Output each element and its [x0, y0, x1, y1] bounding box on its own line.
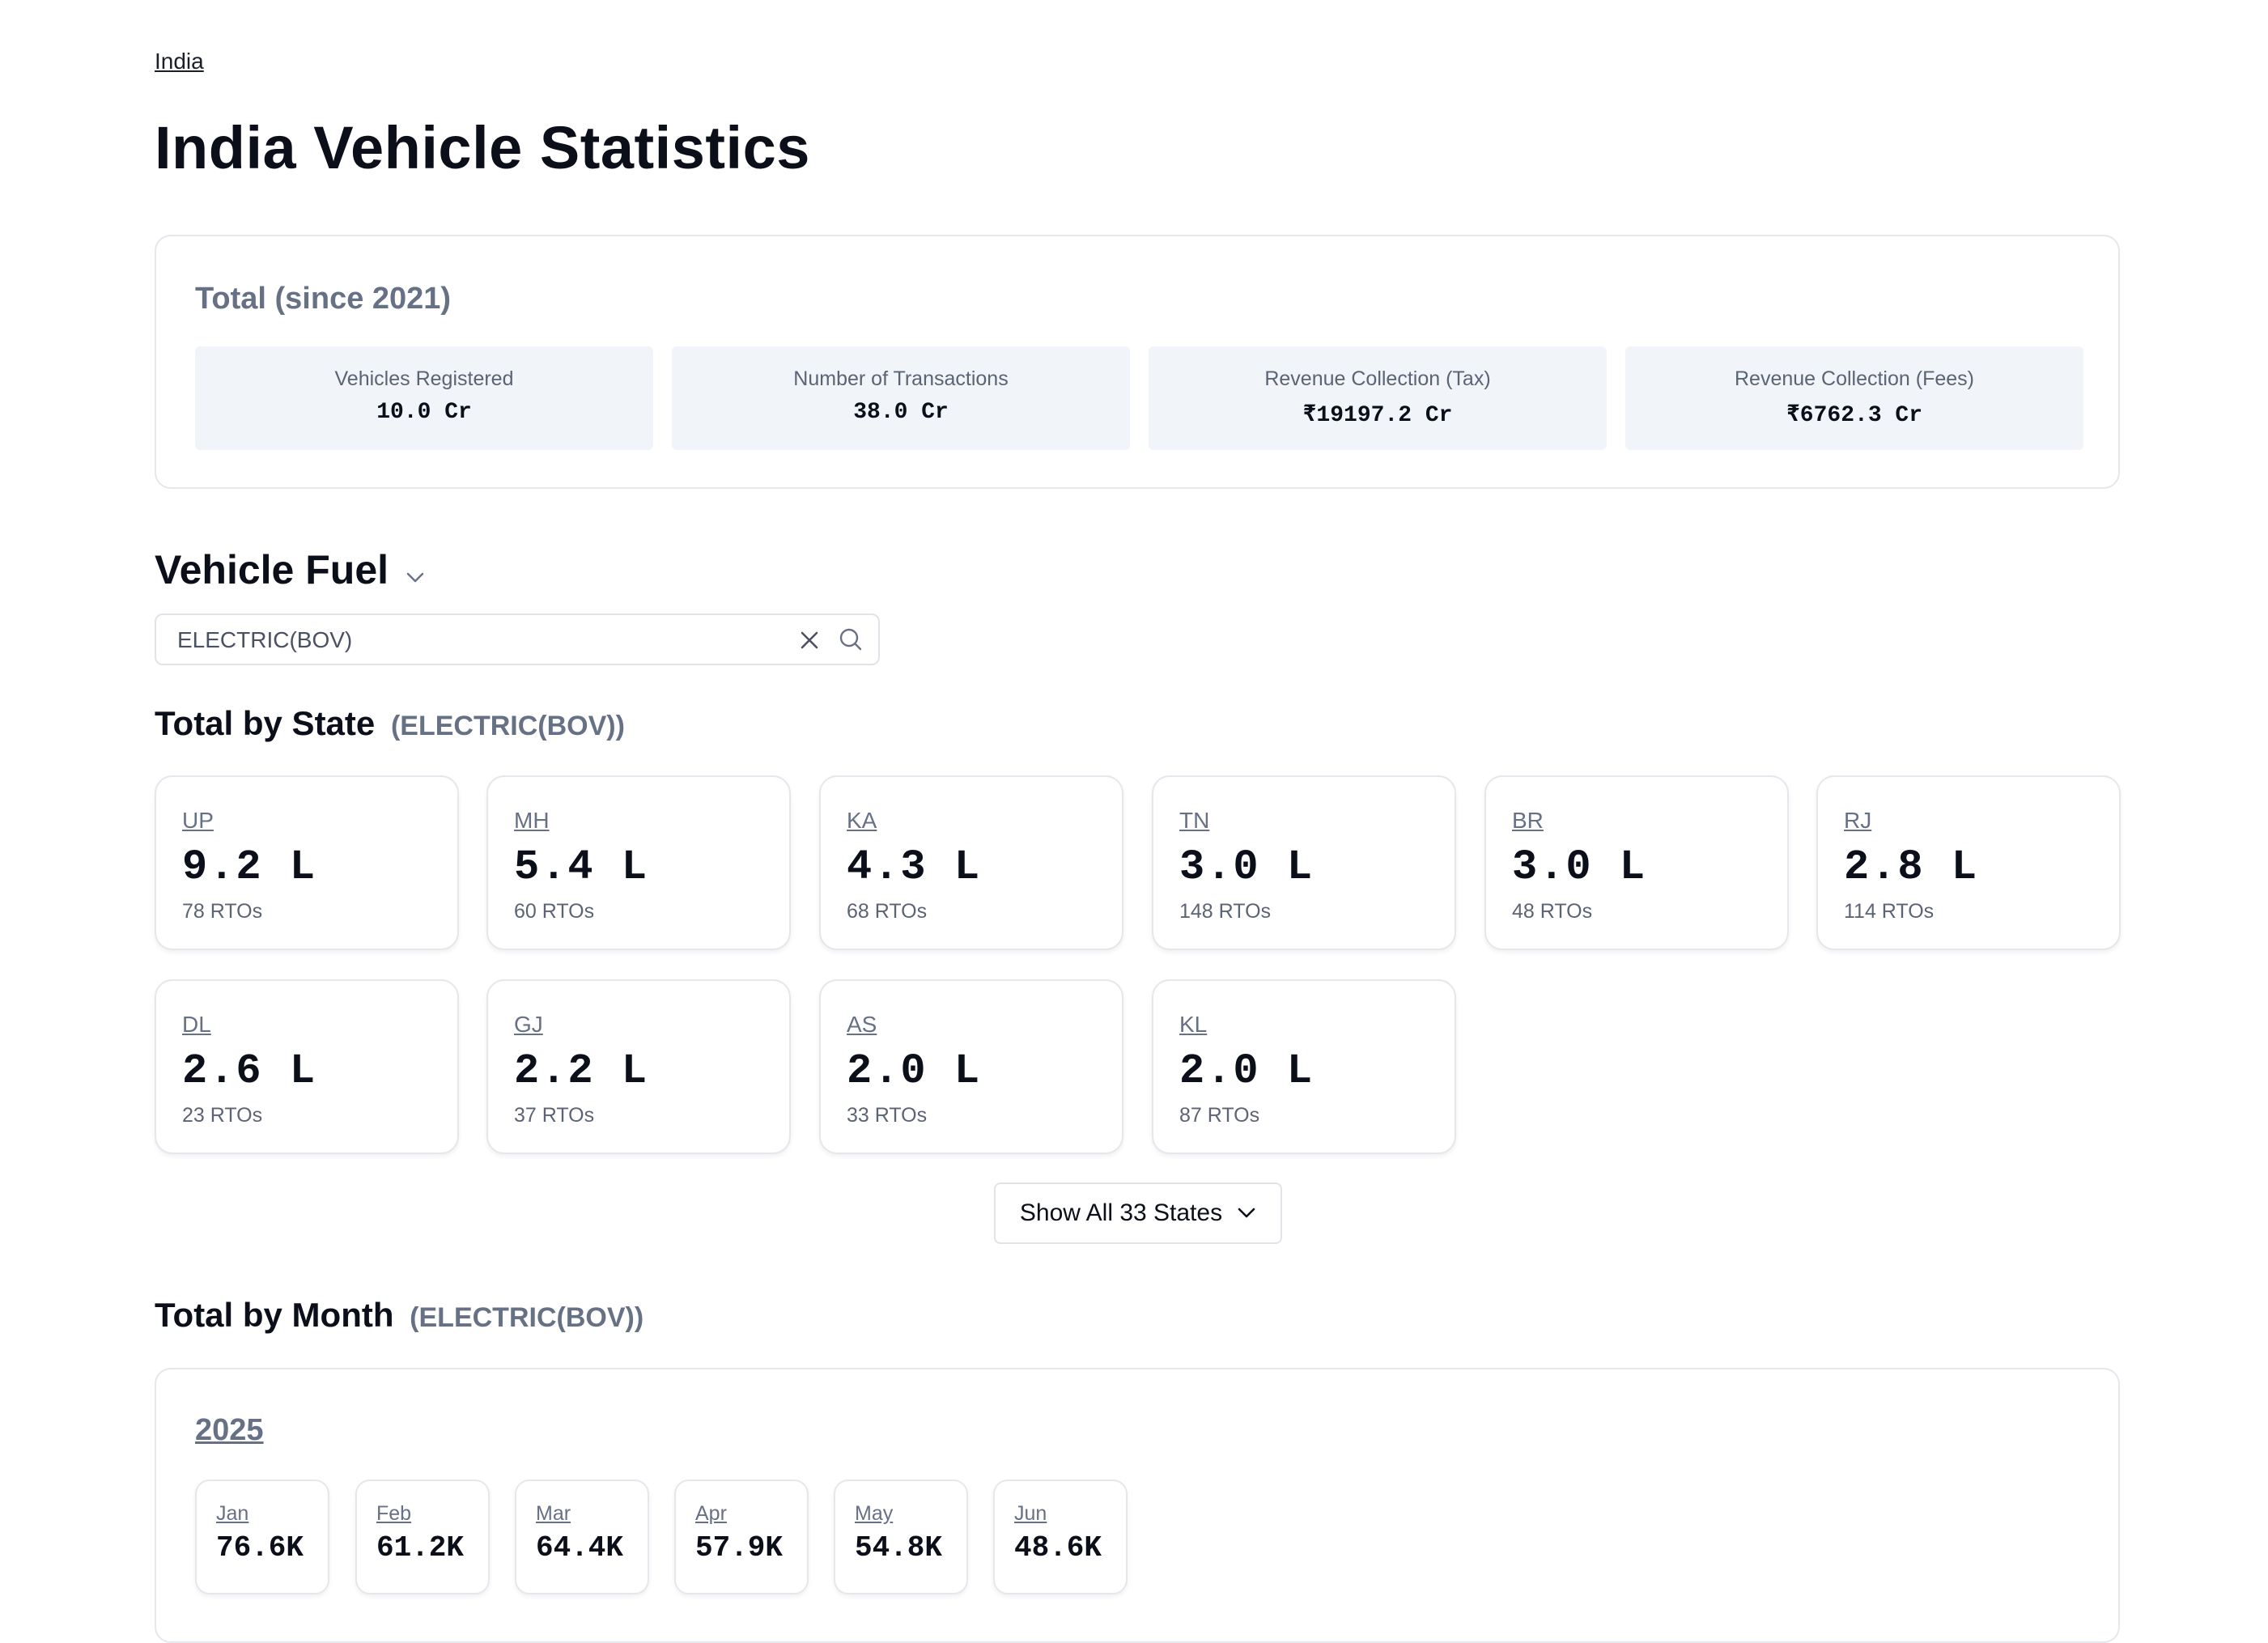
state-card-br: BR 3.0 L 48 RTOs	[1484, 775, 1789, 950]
month-section-title-text: Total by Month	[155, 1296, 394, 1334]
state-value: 2.8 L	[1844, 843, 1979, 891]
state-code-link[interactable]: KL	[1179, 1012, 1207, 1038]
month-name-link[interactable]: Jan	[216, 1502, 248, 1526]
stat-label: Revenue Collection (Tax)	[1264, 367, 1491, 390]
state-rto-count: 87 RTOs	[1179, 1104, 1260, 1127]
month-section-subtitle: (ELECTRIC(BOV))	[410, 1302, 644, 1333]
stat-value: 10.0 Cr	[376, 400, 472, 425]
state-code-link[interactable]: TN	[1179, 808, 1209, 834]
month-name-link[interactable]: Jun	[1014, 1502, 1047, 1526]
stat-transactions: Number of Transactions 38.0 Cr	[672, 346, 1130, 450]
state-rto-count: 37 RTOs	[514, 1104, 595, 1127]
state-code-link[interactable]: GJ	[514, 1012, 543, 1038]
month-value: 64.4K	[536, 1531, 624, 1564]
month-name-link[interactable]: Feb	[376, 1502, 411, 1526]
state-value: 3.0 L	[1512, 843, 1647, 891]
month-value: 61.2K	[376, 1531, 465, 1564]
fuel-selector-toggle[interactable]: Vehicle Fuel	[155, 546, 424, 593]
state-section-title: Total by State (ELECTRIC(BOV))	[155, 704, 625, 743]
state-card-tn: TN 3.0 L 148 RTOs	[1152, 775, 1456, 950]
state-code-link[interactable]: DL	[182, 1012, 211, 1038]
state-section-subtitle: (ELECTRIC(BOV))	[390, 711, 625, 741]
stat-label: Number of Transactions	[793, 367, 1009, 390]
month-item-feb: Feb 61.2K	[355, 1480, 490, 1594]
chevron-down-icon	[1238, 1208, 1255, 1218]
state-card-as: AS 2.0 L 33 RTOs	[819, 979, 1123, 1154]
state-value: 2.0 L	[1179, 1047, 1315, 1095]
state-card-rj: RJ 2.8 L 114 RTOs	[1816, 775, 2121, 950]
state-rto-count: 78 RTOs	[182, 900, 263, 923]
stat-value: ₹19197.2 Cr	[1302, 403, 1453, 428]
state-card-mh: MH 5.4 L 60 RTOs	[486, 775, 791, 950]
stat-vehicles-registered: Vehicles Registered 10.0 Cr	[195, 346, 653, 450]
state-code-link[interactable]: MH	[514, 808, 550, 834]
fuel-heading-label: Vehicle Fuel	[155, 547, 389, 592]
state-rto-count: 33 RTOs	[847, 1104, 928, 1127]
fuel-search-box	[155, 613, 880, 665]
year-link[interactable]: 2025	[195, 1413, 264, 1448]
state-rto-count: 23 RTOs	[182, 1104, 263, 1127]
state-value: 2.2 L	[514, 1047, 649, 1095]
search-icon[interactable]	[838, 626, 864, 652]
page-title: India Vehicle Statistics	[155, 114, 810, 181]
show-all-states-button[interactable]: Show All 33 States	[994, 1182, 1282, 1244]
state-code-link[interactable]: UP	[182, 808, 214, 834]
stat-revenue-tax: Revenue Collection (Tax) ₹19197.2 Cr	[1149, 346, 1607, 450]
state-rto-count: 148 RTOs	[1179, 900, 1272, 923]
fuel-search-input[interactable]	[176, 623, 778, 657]
totals-card: Total (since 2021) Vehicles Registered 1…	[155, 235, 2120, 489]
close-icon[interactable]	[797, 628, 822, 652]
month-item-mar: Mar 64.4K	[515, 1480, 649, 1594]
month-card: 2025 Jan 76.6K Feb 61.2K Mar 64.4K Apr 5…	[155, 1368, 2120, 1643]
state-value: 9.2 L	[182, 843, 317, 891]
month-item-jun: Jun 48.6K	[993, 1480, 1128, 1594]
breadcrumb-india[interactable]: India	[155, 49, 204, 74]
state-rto-count: 114 RTOs	[1844, 900, 1935, 923]
month-item-apr: Apr 57.9K	[674, 1480, 809, 1594]
state-value: 2.0 L	[847, 1047, 982, 1095]
month-value: 48.6K	[1014, 1531, 1102, 1564]
month-section-title: Total by Month (ELECTRIC(BOV))	[155, 1296, 643, 1335]
state-card-gj: GJ 2.2 L 37 RTOs	[486, 979, 791, 1154]
state-value: 4.3 L	[847, 843, 982, 891]
state-rto-count: 68 RTOs	[847, 900, 928, 923]
stat-label: Vehicles Registered	[334, 367, 514, 390]
stat-value: ₹6762.3 Cr	[1786, 403, 1923, 428]
show-all-states-label: Show All 33 States	[1019, 1199, 1223, 1226]
state-card-up: UP 9.2 L 78 RTOs	[155, 775, 459, 950]
totals-title: Total (since 2021)	[195, 282, 452, 316]
state-value: 2.6 L	[182, 1047, 317, 1095]
month-value: 76.6K	[216, 1531, 304, 1564]
state-code-link[interactable]: BR	[1512, 808, 1544, 834]
stat-value: 38.0 Cr	[853, 400, 949, 425]
month-value: 54.8K	[855, 1531, 943, 1564]
state-grid: UP 9.2 L 78 RTOs MH 5.4 L 60 RTOs KA 4.3…	[155, 775, 2121, 1156]
state-section-title-text: Total by State	[155, 704, 376, 742]
state-rto-count: 60 RTOs	[514, 900, 595, 923]
state-code-link[interactable]: AS	[847, 1012, 877, 1038]
month-name-link[interactable]: May	[855, 1502, 893, 1526]
month-name-link[interactable]: Apr	[695, 1502, 727, 1526]
chevron-down-icon	[406, 546, 424, 593]
state-code-link[interactable]: RJ	[1844, 808, 1871, 834]
stat-revenue-fees: Revenue Collection (Fees) ₹6762.3 Cr	[1625, 346, 2083, 450]
state-card-kl: KL 2.0 L 87 RTOs	[1152, 979, 1456, 1154]
state-value: 3.0 L	[1179, 843, 1315, 891]
state-value: 5.4 L	[514, 843, 649, 891]
state-card-ka: KA 4.3 L 68 RTOs	[819, 775, 1123, 950]
state-code-link[interactable]: KA	[847, 808, 877, 834]
month-name-link[interactable]: Mar	[536, 1502, 571, 1526]
month-value: 57.9K	[695, 1531, 784, 1564]
stat-label: Revenue Collection (Fees)	[1735, 367, 1974, 390]
month-item-jan: Jan 76.6K	[195, 1480, 329, 1594]
month-item-may: May 54.8K	[834, 1480, 968, 1594]
state-card-dl: DL 2.6 L 23 RTOs	[155, 979, 459, 1154]
state-rto-count: 48 RTOs	[1512, 900, 1593, 923]
